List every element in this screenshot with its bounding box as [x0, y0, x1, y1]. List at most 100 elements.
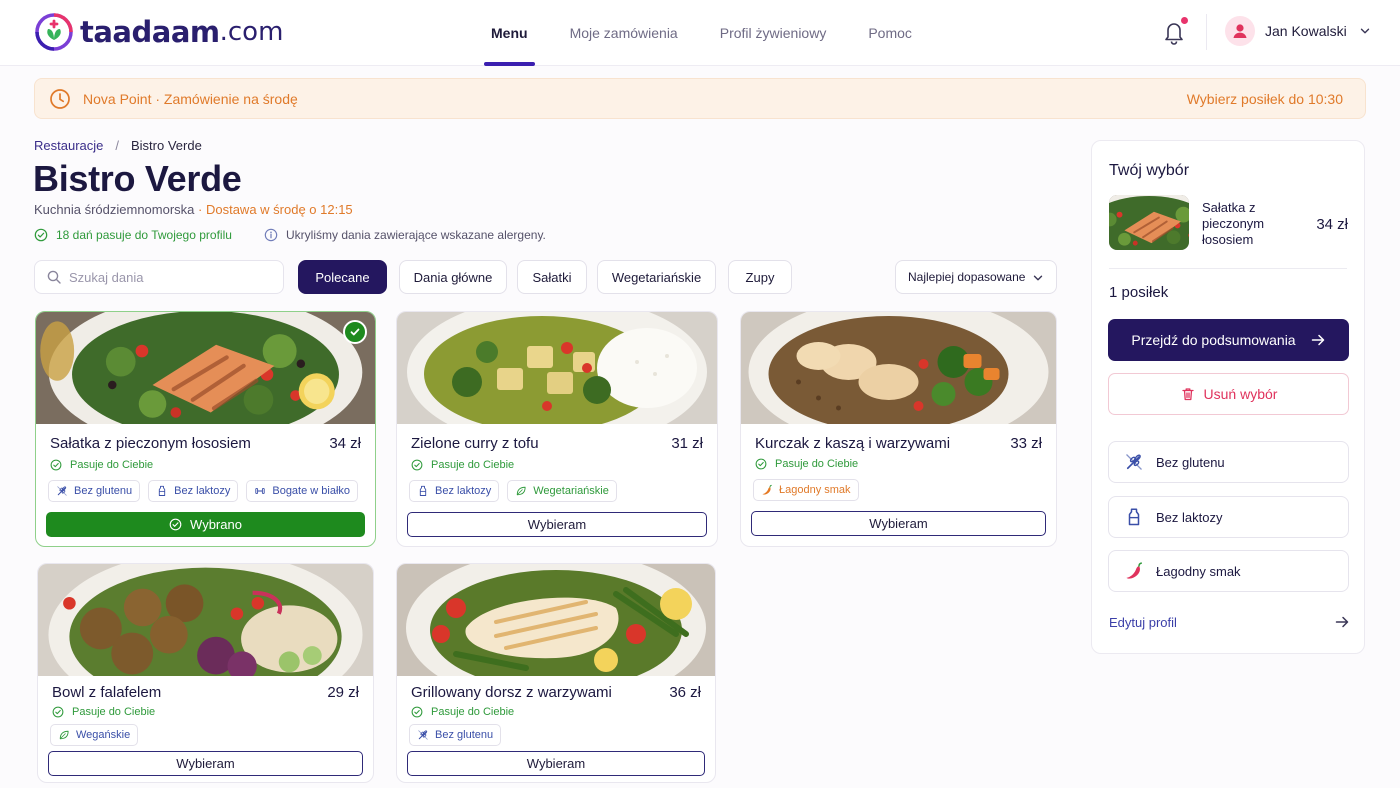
- dish-price: 36 zł: [669, 684, 701, 701]
- notification-dot: [1181, 17, 1188, 24]
- dish-tags: Łagodny smak: [753, 479, 859, 501]
- dish-name: Kurczak z kaszą i warzywami: [755, 435, 951, 452]
- dish-name: Zielone curry z tofu: [411, 435, 539, 452]
- dish-card[interactable]: Sałatka z pieczonym łososiem 34 zł Pasuj…: [35, 311, 376, 547]
- edit-profile-link[interactable]: Edytuj profil: [1109, 614, 1350, 630]
- tag: Bez laktozy: [409, 480, 500, 502]
- dish-price: 29 zł: [327, 684, 359, 701]
- restaurant-meta: Kuchnia śródziemnomorska · Dostawa w śro…: [34, 202, 353, 217]
- fit-label: Pasuje do Ciebie: [72, 706, 156, 718]
- chip-recommended[interactable]: Polecane: [298, 260, 387, 294]
- tag: Bez glutenu: [48, 480, 141, 502]
- check-circle-icon: [411, 706, 423, 718]
- selected-dish-thumbnail: [1109, 195, 1189, 250]
- tag: Wegetariańskie: [507, 480, 617, 502]
- dish-price: 33 zł: [1010, 435, 1042, 452]
- banner-deadline: Wybierz posiłek do 10:30: [1186, 90, 1343, 107]
- fit-badge: Pasuje do Ciebie: [755, 458, 858, 470]
- selected-button-label: Wybrano: [190, 517, 242, 532]
- choose-button[interactable]: Wybieram: [751, 511, 1046, 536]
- tag-label: Bez laktozy: [174, 485, 231, 497]
- dish-image: [397, 312, 717, 424]
- page-title: Bistro Verde: [33, 158, 242, 199]
- pref-label: Łagodny smak: [1156, 563, 1241, 579]
- fit-badge: Pasuje do Ciebie: [411, 706, 514, 718]
- dish-price: 34 zł: [329, 435, 361, 452]
- dish-image: [38, 564, 373, 676]
- dish-tags: Bez laktozy Wegetariańskie: [409, 480, 617, 502]
- chevron-down-icon: [1359, 25, 1371, 37]
- choose-button[interactable]: Wybieram: [407, 751, 705, 776]
- top-bar: taadaam .com Menu Moje zamówienia Profil …: [0, 0, 1400, 66]
- selected-check-icon: [343, 320, 367, 344]
- tag: Bez glutenu: [409, 724, 502, 746]
- main-nav: Menu Moje zamówienia Profil żywieniowy P…: [470, 0, 933, 66]
- leaf-icon: [515, 485, 527, 497]
- dish-name: Sałatka z pieczonym łososiem: [50, 435, 251, 452]
- tag-label: Wegetariańskie: [533, 485, 609, 497]
- divider: [1206, 14, 1207, 50]
- pref-label: Bez laktozy: [1156, 509, 1223, 525]
- selection-panel: Twój wybór Sałatka z pieczonym łososiem …: [1091, 140, 1365, 654]
- nav-help[interactable]: Pomoc: [847, 0, 933, 66]
- nav-diet-profile[interactable]: Profil żywieniowy: [699, 0, 848, 66]
- allergen-text: Ukryliśmy dania zawierające wskazane ale…: [286, 228, 546, 242]
- choose-button[interactable]: Wybieram: [48, 751, 363, 776]
- arrow-right-icon: [1310, 332, 1326, 348]
- user-icon: [1233, 24, 1247, 38]
- remove-selection-button[interactable]: Usuń wybór: [1108, 373, 1349, 415]
- dish-image: [741, 312, 1056, 424]
- go-to-summary-button[interactable]: Przejdź do podsumowania: [1108, 319, 1349, 361]
- fit-label: Pasuje do Ciebie: [431, 706, 515, 718]
- tag: Wegańskie: [50, 724, 139, 746]
- selected-button[interactable]: Wybrano: [46, 512, 365, 537]
- info-icon: [264, 228, 278, 242]
- check-circle-icon: [50, 459, 62, 471]
- selected-dish-price: 34 zł: [1316, 216, 1348, 233]
- breadcrumb-current: Bistro Verde: [131, 138, 202, 153]
- chip-vegetarian[interactable]: Wegetariańskie: [597, 260, 716, 294]
- dish-price: 31 zł: [671, 435, 703, 452]
- dumbbell-icon: [254, 485, 266, 497]
- choose-button[interactable]: Wybieram: [407, 512, 707, 537]
- dish-card[interactable]: Grillowany dorsz z warzywami 36 zł Pasuj…: [396, 563, 716, 783]
- profile-fit-text: 18 dań pasuje do Twojego profilu: [56, 228, 232, 242]
- user-menu[interactable]: Jan Kowalski: [1225, 16, 1371, 46]
- chip-main-dishes[interactable]: Dania główne: [399, 260, 507, 294]
- dish-tags: Bez glutenu: [409, 724, 502, 746]
- tag-label: Bez glutenu: [435, 729, 494, 741]
- chip-salads[interactable]: Sałatki: [517, 260, 587, 294]
- sort-select[interactable]: Najlepiej dopasowane: [895, 260, 1057, 294]
- pref-label: Bez glutenu: [1156, 454, 1225, 470]
- fit-label: Pasuje do Ciebie: [431, 459, 515, 471]
- logo[interactable]: taadaam .com: [34, 12, 283, 52]
- delivery-label: · Dostawa w środę o 12:15: [198, 202, 353, 217]
- tag-label: Wegańskie: [76, 729, 131, 741]
- check-circle-icon: [169, 518, 182, 531]
- breadcrumb-restaurants[interactable]: Restauracje: [34, 138, 103, 153]
- fit-label: Pasuje do Ciebie: [70, 459, 154, 471]
- go-to-summary-label: Przejdź do podsumowania: [1131, 332, 1296, 348]
- dish-card[interactable]: Kurczak z kaszą i warzywami 33 zł Pasuje…: [740, 311, 1057, 547]
- check-circle-icon: [34, 228, 48, 242]
- tag: Bez laktozy: [148, 480, 239, 502]
- check-circle-icon: [52, 706, 64, 718]
- remove-selection-label: Usuń wybór: [1203, 386, 1278, 402]
- dish-name: Grillowany dorsz z warzywami: [411, 684, 612, 701]
- pref-mild-taste: Łagodny smak: [1108, 550, 1349, 592]
- nav-menu[interactable]: Menu: [470, 0, 549, 66]
- check-circle-icon: [755, 458, 767, 470]
- arrow-right-icon: [1334, 614, 1350, 630]
- tag: Bogate w białko: [246, 480, 359, 502]
- wheat-off-icon: [417, 729, 429, 741]
- dish-card[interactable]: Zielone curry z tofu 31 zł Pasuje do Cie…: [396, 311, 718, 547]
- nav-my-orders[interactable]: Moje zamówienia: [549, 0, 699, 66]
- search-input[interactable]: [69, 269, 259, 285]
- profile-fit-note: 18 dań pasuje do Twojego profilu: [34, 228, 232, 242]
- milk-bottle-icon: [1124, 507, 1144, 527]
- pref-lactose-free: Bez laktozy: [1108, 496, 1349, 538]
- wheat-off-icon: [56, 485, 68, 497]
- chip-soups[interactable]: Zupy: [728, 260, 792, 294]
- dish-card[interactable]: Bowl z falafelem 29 zł Pasuje do Ciebie …: [37, 563, 374, 783]
- trash-icon: [1181, 388, 1194, 401]
